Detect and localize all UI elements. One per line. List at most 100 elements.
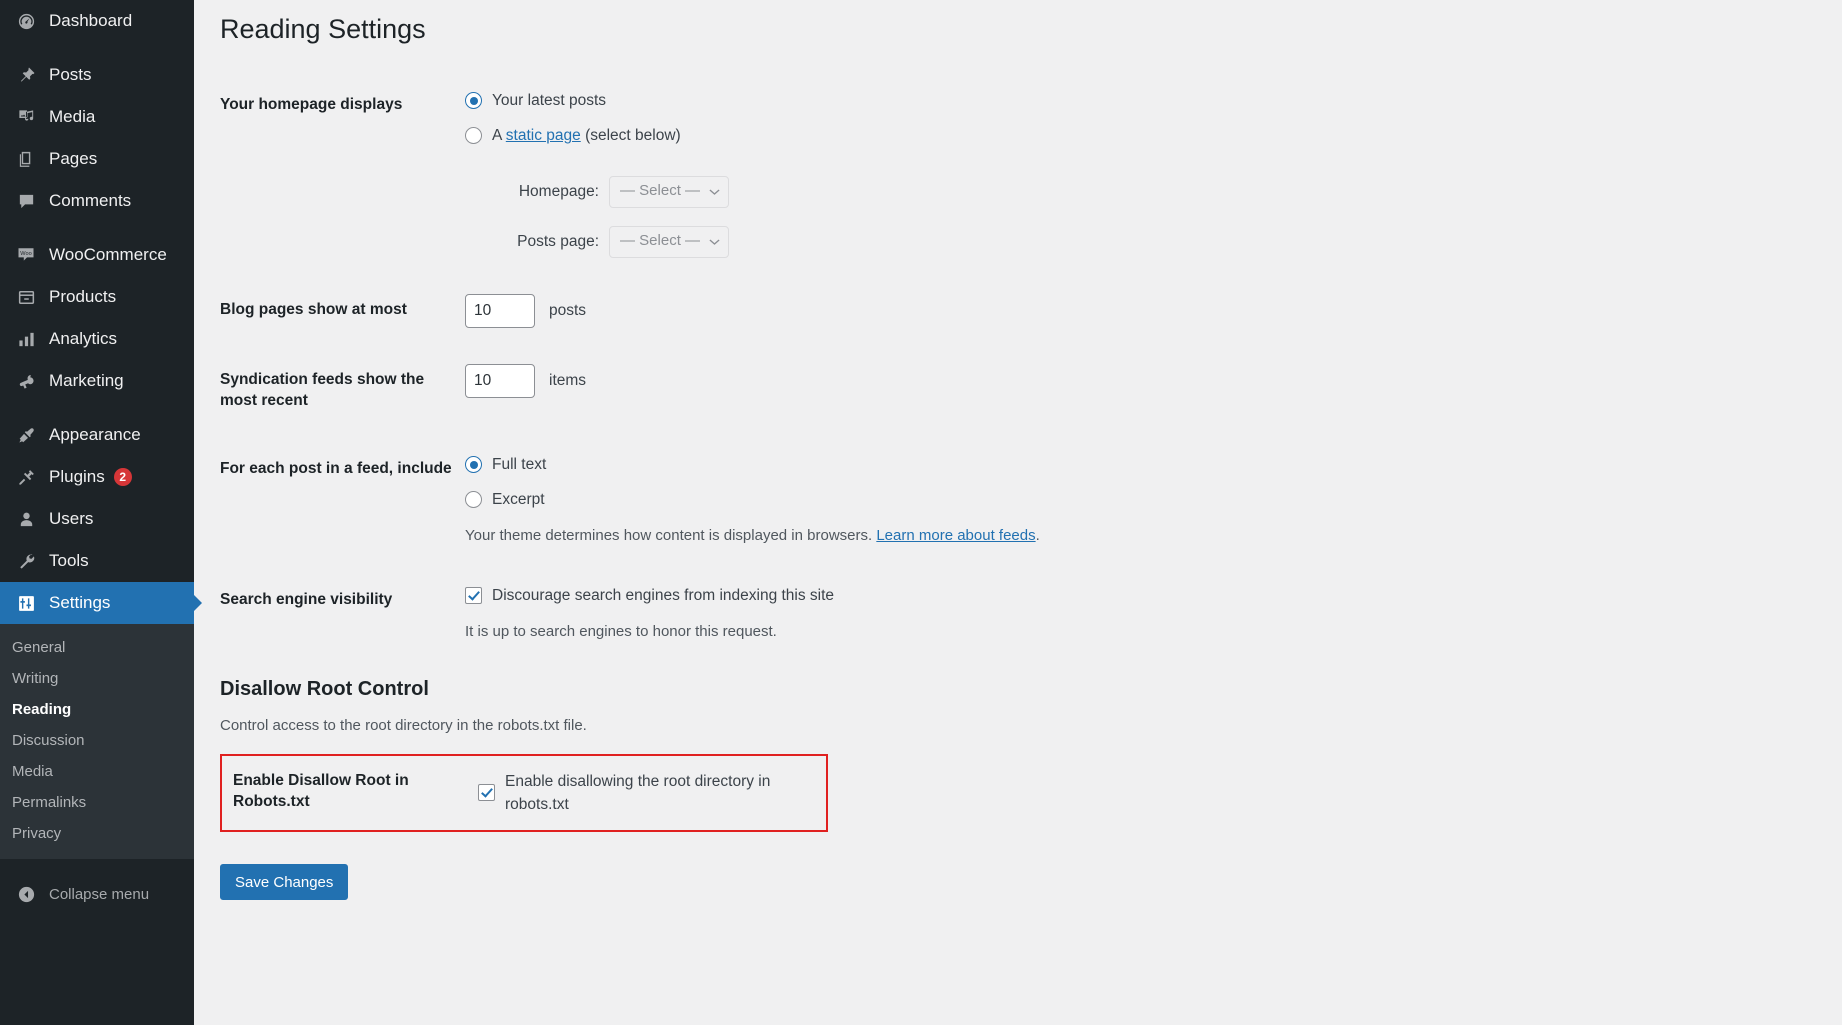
pages-icon xyxy=(12,150,40,169)
sidebar-item-analytics[interactable]: Analytics xyxy=(0,318,194,360)
svg-text:Woo: Woo xyxy=(20,251,31,257)
chevron-down-icon xyxy=(708,236,720,248)
sidebar-item-dashboard[interactable]: Dashboard xyxy=(0,0,194,42)
static-prefix-text: A xyxy=(492,127,506,145)
static-page-link[interactable]: static page xyxy=(506,127,581,144)
sidebar-item-appearance[interactable]: Appearance xyxy=(0,414,194,456)
sidebar-item-label: Products xyxy=(49,287,117,306)
sidebar-item-users[interactable]: Users xyxy=(0,498,194,540)
chevron-down-icon xyxy=(708,186,720,198)
reading-settings-form: Your homepage displays Your latest posts… xyxy=(220,71,1320,662)
checkbox-option-discourage[interactable]: Discourage search engines from indexing … xyxy=(465,584,1310,607)
checkbox-option-enable-disallow-root[interactable]: Enable disallowing the root directory in… xyxy=(478,770,816,817)
sidebar-item-label: Appearance xyxy=(49,425,141,444)
syndication-input[interactable] xyxy=(465,363,535,398)
field-syndication-feeds: items xyxy=(465,346,1320,435)
label-homepage-displays: Your homepage displays xyxy=(220,96,403,114)
sidebar-item-settings-general[interactable]: General xyxy=(0,632,194,663)
row-syndication-feeds: Syndication feeds show the most recent i… xyxy=(220,346,1320,435)
sidebar-item-plugins[interactable]: Plugins 2 xyxy=(0,456,194,498)
row-feed-include: For each post in a feed, include Full te… xyxy=(220,435,1320,566)
radio-option-static-page[interactable]: A static page (select below) xyxy=(465,124,1310,147)
sidebar-item-comments[interactable]: Comments xyxy=(0,180,194,222)
radio-full-text-label: Full text xyxy=(492,455,547,473)
radio-option-full-text[interactable]: Full text xyxy=(465,453,1310,476)
sidebar-item-settings[interactable]: Settings xyxy=(0,582,202,624)
sidebar-item-settings-reading[interactable]: Reading xyxy=(0,694,194,725)
sidebar-item-label: Users xyxy=(49,509,94,528)
sidebar-item-tools[interactable]: Tools xyxy=(0,540,194,582)
radio-option-excerpt[interactable]: Excerpt xyxy=(465,488,1310,511)
blog-pages-input[interactable] xyxy=(465,293,535,328)
sidebar-item-label: Settings xyxy=(49,593,111,612)
syndication-suffix: items xyxy=(549,371,587,389)
feed-helper-prefix: Your theme determines how content is dis… xyxy=(465,527,877,545)
homepage-select[interactable]: — Select — xyxy=(609,175,729,208)
row-blog-pages: Blog pages show at most posts xyxy=(220,276,1320,346)
label-posts-page-select: Posts page: xyxy=(517,232,599,250)
media-icon xyxy=(12,108,40,127)
sliders-icon xyxy=(12,594,40,613)
settings-submenu: General Writing Reading Discussion Media… xyxy=(0,624,194,859)
sidebar-item-label: Marketing xyxy=(49,371,124,390)
enable-disallow-root-checkbox[interactable] xyxy=(478,784,495,802)
sidebar-item-label: Analytics xyxy=(49,329,118,348)
sidebar-item-settings-permalinks[interactable]: Permalinks xyxy=(0,787,194,818)
radio-static-page[interactable] xyxy=(465,127,482,145)
field-search-visibility: Discourage search engines from indexing … xyxy=(465,566,1320,662)
radio-static-page-label: A static page (select below) xyxy=(492,124,681,147)
homepage-select-value: — Select — xyxy=(620,182,701,200)
collapse-arrow-icon xyxy=(12,885,40,904)
woo-icon: Woo xyxy=(12,245,40,265)
sidebar-item-woocommerce[interactable]: Woo WooCommerce xyxy=(0,234,194,276)
sidebar-item-media[interactable]: Media xyxy=(0,96,194,138)
wrench-icon xyxy=(12,552,40,571)
sidebar-item-posts[interactable]: Posts xyxy=(0,54,194,96)
main-content: Reading Settings Your homepage displays … xyxy=(194,0,1842,1025)
field-homepage-displays: Your latest posts A static page (select … xyxy=(465,71,1320,276)
label-blog-pages: Blog pages show at most xyxy=(220,300,407,318)
posts-page-select[interactable]: — Select — xyxy=(609,225,729,258)
label-feed-include: For each post in a feed, include xyxy=(220,459,452,477)
sidebar-item-label: Dashboard xyxy=(49,11,133,30)
sidebar-item-settings-writing[interactable]: Writing xyxy=(0,663,194,694)
row-enable-disallow-root: Enable Disallow Root in Robots.txt Enabl… xyxy=(222,756,826,831)
menu-separator xyxy=(0,222,194,234)
radio-full-text[interactable] xyxy=(465,456,482,474)
sidebar-item-settings-media[interactable]: Media xyxy=(0,756,194,787)
label-enable-disallow-root: Enable Disallow Root in Robots.txt xyxy=(233,771,409,811)
sidebar-item-settings-discussion[interactable]: Discussion xyxy=(0,725,194,756)
pin-icon xyxy=(12,66,40,85)
save-changes-button[interactable]: Save Changes xyxy=(220,864,349,901)
radio-option-latest-posts[interactable]: Your latest posts xyxy=(465,89,1310,112)
radio-latest-posts-label: Your latest posts xyxy=(492,92,607,110)
field-enable-disallow-root: Enable disallowing the root directory in… xyxy=(478,756,826,831)
radio-excerpt[interactable] xyxy=(465,491,482,509)
megaphone-icon xyxy=(12,372,40,391)
analytics-icon xyxy=(12,330,40,349)
learn-more-feeds-link[interactable]: Learn more about feeds xyxy=(876,527,1035,544)
page-title: Reading Settings xyxy=(220,14,426,44)
radio-latest-posts[interactable] xyxy=(465,92,482,110)
plugins-update-badge: 2 xyxy=(113,468,132,486)
sidebar-item-label: Media xyxy=(49,107,96,126)
row-homepage-select: Homepage: — Select — xyxy=(465,175,1310,208)
sidebar-item-pages[interactable]: Pages xyxy=(0,138,194,180)
posts-page-select-value: — Select — xyxy=(620,232,701,250)
static-page-selectors: Homepage: — Select — Posts page: — Selec… xyxy=(465,175,1310,258)
disallow-root-section-title: Disallow Root Control xyxy=(220,677,429,700)
sidebar-item-settings-privacy[interactable]: Privacy xyxy=(0,818,194,849)
field-feed-include: Full text Excerpt Your theme determines … xyxy=(465,435,1320,566)
sidebar-item-products[interactable]: Products xyxy=(0,276,194,318)
sidebar-item-marketing[interactable]: Marketing xyxy=(0,360,194,402)
menu-separator xyxy=(0,42,194,54)
products-icon xyxy=(12,288,40,307)
label-search-visibility: Search engine visibility xyxy=(220,590,393,608)
sidebar-item-label: Comments xyxy=(49,191,132,210)
collapse-menu-button[interactable]: Collapse menu xyxy=(0,873,194,915)
discourage-search-checkbox[interactable] xyxy=(465,587,482,605)
disallow-root-form: Enable Disallow Root in Robots.txt Enabl… xyxy=(222,756,826,831)
sidebar-item-label: WooCommerce xyxy=(49,245,167,264)
field-blog-pages: posts xyxy=(465,276,1320,346)
sidebar-item-label: Tools xyxy=(49,551,89,570)
